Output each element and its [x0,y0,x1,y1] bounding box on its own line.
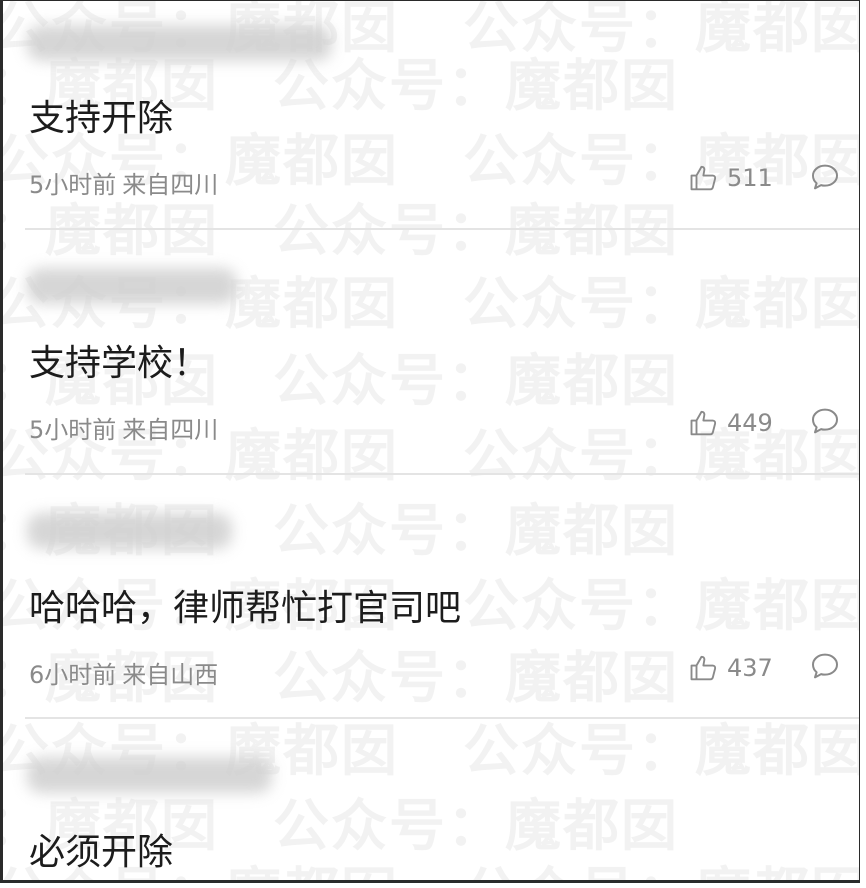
like-button[interactable]: 449 [689,408,773,438]
comment-location: 来自四川 [122,171,219,199]
comment-bubble-icon [812,653,838,679]
like-button[interactable]: 437 [689,653,773,683]
comment-item: 必须开除 [25,757,859,877]
comment-time: 5小时前 [29,416,117,444]
comment-list-screenshot: 公众号：魔都囡 公众号：魔都囡 公众号：魔都囡 公众号：魔都囡 公众号：魔都囡 … [0,0,860,883]
comment-location: 来自山西 [122,661,219,689]
thumbs-up-icon [690,165,717,191]
comment-bubble-icon [812,164,838,190]
like-button[interactable]: 511 [689,163,773,193]
blurred-username[interactable] [27,757,272,793]
divider [25,473,859,475]
comment-text: 哈哈哈，律师帮忙打官司吧 [29,588,462,629]
blurred-username[interactable] [27,513,232,549]
comment-bubble-icon [812,408,838,434]
like-count: 437 [727,654,773,682]
comment-item: 支持开除 5小时前 来自四川 511 [25,25,859,215]
like-count: 449 [727,409,773,437]
comment-text: 支持开除 [29,98,174,139]
reply-button[interactable] [809,405,841,441]
comment-text: 支持学校！ [29,343,210,384]
reply-button[interactable] [809,161,841,197]
blurred-username[interactable] [27,25,332,61]
thumbs-up-icon [690,410,717,436]
comment-meta: 6小时前 来自山西 [29,655,218,690]
comment-meta: 5小时前 来自四川 [29,165,218,200]
comment-meta: 5小时前 来自四川 [29,410,218,445]
reply-button[interactable] [809,650,841,686]
comment-location: 来自四川 [122,416,219,444]
divider [25,228,859,230]
thumbs-up-icon [690,655,717,681]
comment-item: 支持学校！ 5小时前 来自四川 449 [25,268,859,458]
comment-time: 5小时前 [29,171,117,199]
divider [25,717,859,719]
comment-text: 必须开除 [29,832,174,873]
comment-time: 6小时前 [29,661,117,689]
like-count: 511 [727,164,773,192]
comment-item: 哈哈哈，律师帮忙打官司吧 6小时前 来自山西 437 [25,513,859,703]
blurred-username[interactable] [27,268,237,304]
